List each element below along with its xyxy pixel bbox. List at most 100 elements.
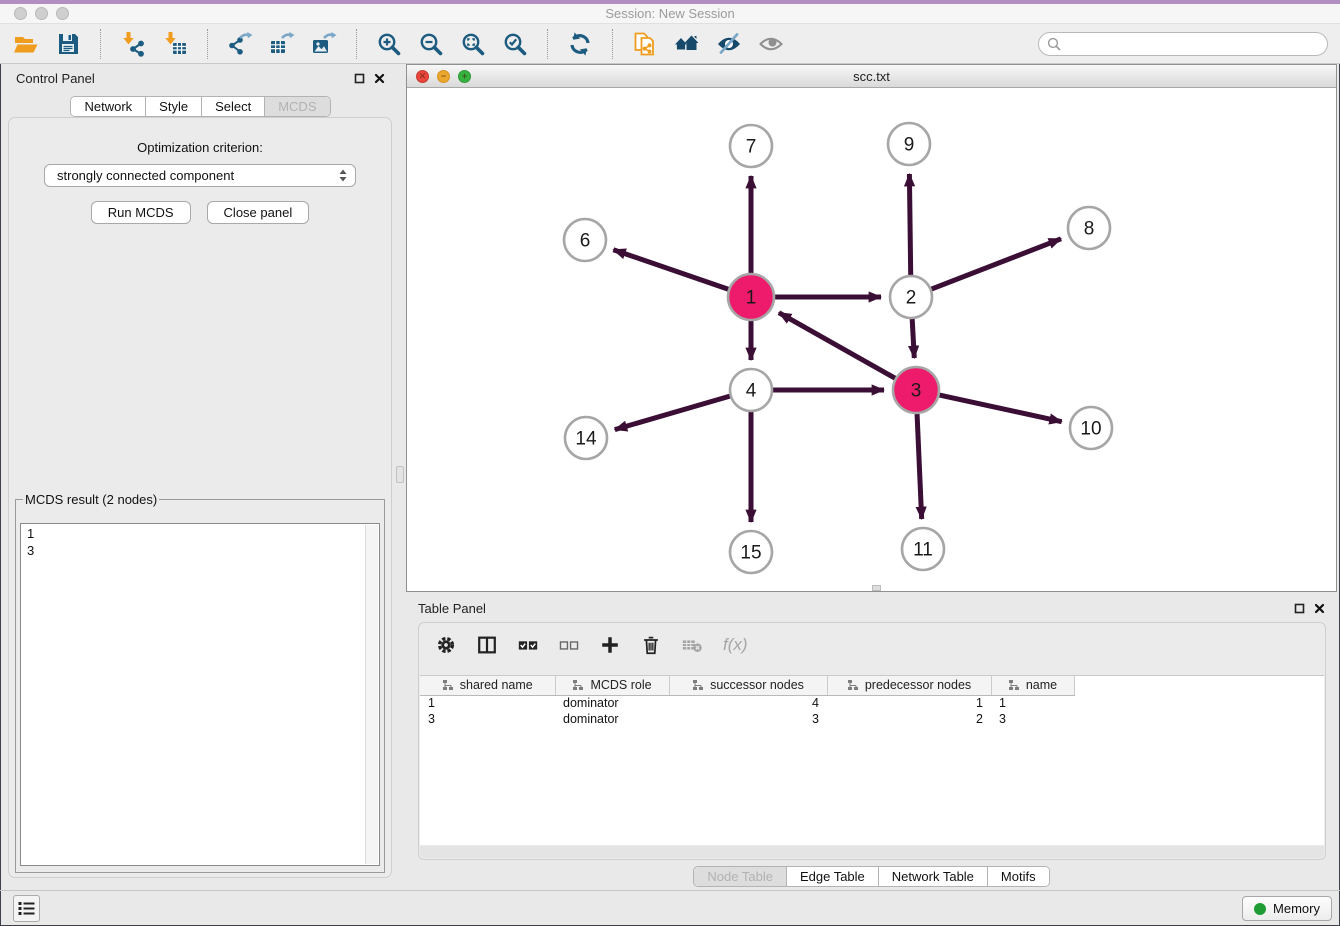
edge-2-3[interactable] [912, 319, 914, 358]
export-network-icon[interactable] [226, 30, 254, 58]
task-history-button[interactable] [13, 895, 40, 922]
node-label: 8 [1084, 219, 1095, 240]
control-panel-tabs: NetworkStyleSelectMCDS [70, 96, 330, 117]
table-cell[interactable]: dominator [555, 695, 669, 711]
tab-node-table[interactable]: Node Table [694, 867, 786, 886]
delete-row-icon[interactable] [640, 634, 662, 656]
node-label: 10 [1080, 419, 1101, 440]
search-input[interactable] [1066, 35, 1319, 52]
node-table-container: f(x) shared nameMCDS rolesuccessor nodes… [418, 622, 1326, 860]
zoom-out-icon[interactable] [417, 30, 445, 58]
tab-network-table[interactable]: Network Table [878, 867, 987, 886]
table-cell[interactable]: 1 [991, 695, 1074, 711]
eye-icon[interactable] [757, 30, 785, 58]
home-icon[interactable] [673, 30, 701, 58]
import-network-icon[interactable] [119, 30, 147, 58]
graph-node-2[interactable]: 2 [890, 276, 932, 318]
graph-node-4[interactable]: 4 [730, 369, 772, 411]
search-box[interactable] [1038, 32, 1328, 56]
table-cell[interactable]: 3 [991, 711, 1074, 727]
tab-select[interactable]: Select [201, 97, 264, 116]
mcds-result-title: MCDS result (2 nodes) [23, 492, 159, 507]
node-label: 14 [575, 429, 597, 450]
edge-3-1[interactable] [779, 313, 895, 379]
graph-node-14[interactable]: 14 [565, 417, 607, 459]
table-cell[interactable]: dominator [555, 711, 669, 727]
graph-node-15[interactable]: 15 [730, 531, 772, 573]
network-canvas[interactable]: 7 9 6 8 1 2 4 3 14 10 15 11 [407, 88, 1336, 591]
toolbar-separator [612, 29, 613, 59]
node-label: 7 [746, 137, 757, 158]
table-cell[interactable]: 3 [420, 711, 555, 727]
optimization-select[interactable]: strongly connected component [44, 164, 356, 187]
run-mcds-button[interactable]: Run MCDS [91, 201, 191, 224]
column-header-name[interactable]: name [991, 676, 1074, 695]
columns-icon[interactable] [476, 634, 498, 656]
edge-2-8[interactable] [932, 239, 1062, 289]
panel-splitter[interactable] [395, 64, 406, 890]
edge-3-10[interactable] [939, 395, 1061, 422]
column-header-predecessor-nodes[interactable]: predecessor nodes [827, 676, 991, 695]
column-header-successor-nodes[interactable]: successor nodes [669, 676, 827, 695]
network-window-titlebar[interactable]: ✕ − + scc.txt [407, 65, 1336, 88]
network-resize-grip[interactable] [872, 585, 881, 591]
table-cell[interactable]: 4 [669, 695, 827, 711]
graph-node-8[interactable]: 8 [1068, 207, 1110, 249]
graph-node-10[interactable]: 10 [1070, 407, 1112, 449]
titlebar: Session: New Session [0, 4, 1340, 24]
graph-node-11[interactable]: 11 [902, 528, 944, 570]
splitter-grip[interactable] [396, 466, 404, 483]
table-row[interactable]: 1dominator411 [420, 695, 1074, 711]
tab-mcds[interactable]: MCDS [264, 97, 329, 116]
table-cell[interactable]: 3 [669, 711, 827, 727]
mcds-result-area[interactable]: 1 3 [20, 523, 380, 866]
open-session-icon[interactable] [12, 30, 40, 58]
settings-icon[interactable] [435, 634, 457, 656]
node-label: 1 [746, 288, 757, 309]
graph-node-9[interactable]: 9 [888, 123, 930, 165]
import-table-icon[interactable] [161, 30, 189, 58]
float-table-panel-icon[interactable] [1294, 603, 1305, 614]
memory-status-icon [1254, 903, 1266, 915]
close-panel-icon[interactable] [374, 73, 385, 84]
zoom-fit-icon[interactable] [459, 30, 487, 58]
close-panel-button[interactable]: Close panel [207, 201, 310, 224]
edge-1-6[interactable] [613, 250, 728, 289]
optimization-criterion-label: Optimization criterion: [9, 140, 391, 155]
tab-edge-table[interactable]: Edge Table [786, 867, 878, 886]
zoom-in-icon[interactable] [375, 30, 403, 58]
edge-4-14[interactable] [615, 396, 730, 429]
float-panel-icon[interactable] [354, 73, 365, 84]
result-scrollbar[interactable] [365, 525, 378, 864]
column-header-shared-name[interactable]: shared name [420, 676, 555, 695]
export-image-icon[interactable] [310, 30, 338, 58]
deselect-all-icon[interactable] [558, 634, 580, 656]
graph-node-6[interactable]: 6 [564, 219, 606, 261]
table-row[interactable]: 3dominator323 [420, 711, 1074, 727]
task-list-icon [18, 901, 35, 916]
add-row-icon[interactable] [599, 634, 621, 656]
copy-network-icon[interactable] [631, 30, 659, 58]
graph-node-1[interactable]: 1 [728, 274, 774, 320]
refresh-icon[interactable] [566, 30, 594, 58]
hide-panels-icon[interactable] [715, 30, 743, 58]
tab-style[interactable]: Style [145, 97, 201, 116]
column-header-mcds-role[interactable]: MCDS role [555, 676, 669, 695]
save-session-icon[interactable] [54, 30, 82, 58]
edge-2-9[interactable] [909, 174, 910, 275]
graph-node-3[interactable]: 3 [893, 367, 939, 413]
table-cell[interactable]: 1 [827, 695, 991, 711]
export-table-icon[interactable] [268, 30, 296, 58]
table-cell[interactable]: 2 [827, 711, 991, 727]
zoom-selected-icon[interactable] [501, 30, 529, 58]
edge-3-11[interactable] [917, 414, 922, 519]
select-all-icon[interactable] [517, 634, 539, 656]
table-cell[interactable]: 1 [420, 695, 555, 711]
graph-node-7[interactable]: 7 [730, 125, 772, 167]
status-bar: Memory [0, 890, 1340, 926]
toolbar-separator [547, 29, 548, 59]
tab-motifs[interactable]: Motifs [987, 867, 1049, 886]
close-table-panel-icon[interactable] [1314, 603, 1325, 614]
tab-network[interactable]: Network [71, 97, 145, 116]
memory-button[interactable]: Memory [1242, 896, 1332, 921]
